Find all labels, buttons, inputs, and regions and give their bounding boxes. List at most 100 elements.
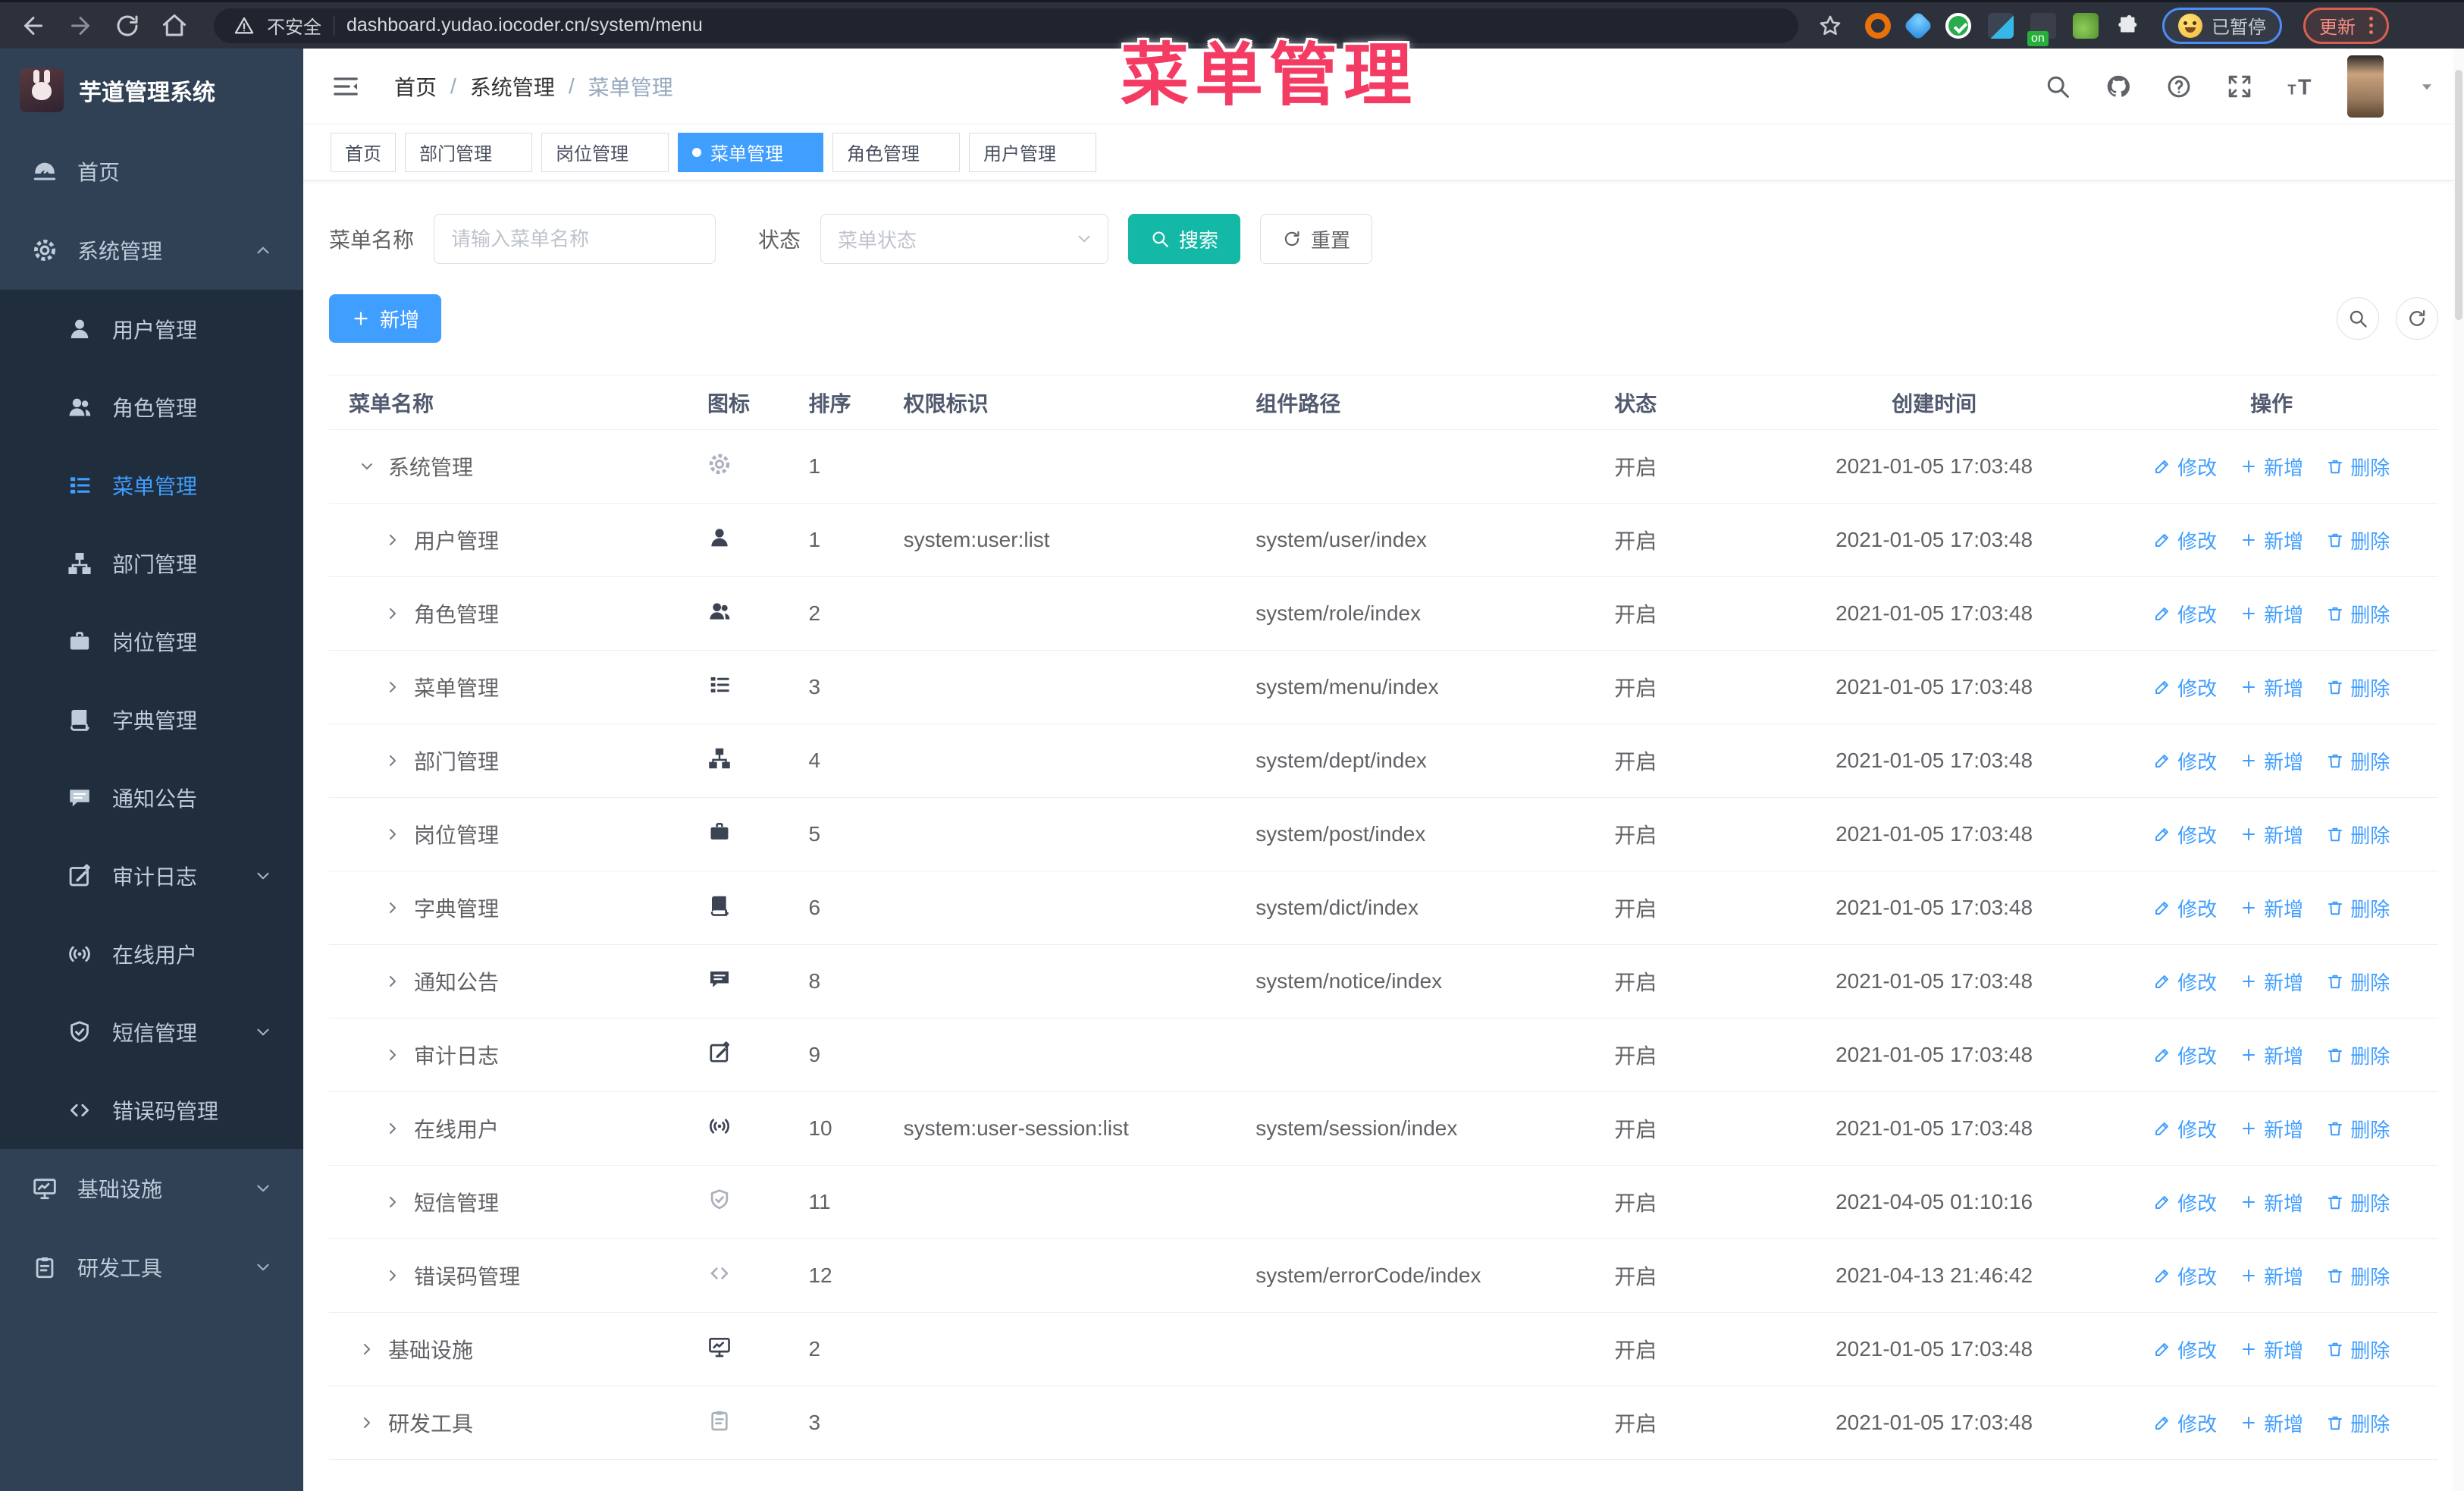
action-edit-link[interactable]: 修改 (2153, 1188, 2217, 1216)
sidebar-item-2[interactable]: 用户管理 (0, 290, 303, 368)
action-add-link[interactable]: 新增 (2240, 526, 2303, 554)
sidebar-item-8[interactable]: 通知公告 (0, 758, 303, 837)
chevron-right-icon[interactable] (384, 1267, 402, 1285)
action-delete-link[interactable]: 删除 (2326, 600, 2390, 628)
action-add-link[interactable]: 新增 (2240, 1115, 2303, 1143)
close-icon[interactable] (929, 144, 945, 161)
action-edit-link[interactable]: 修改 (2153, 894, 2217, 922)
close-icon[interactable] (792, 144, 809, 161)
action-add-link[interactable]: 新增 (2240, 673, 2303, 702)
action-edit-link[interactable]: 修改 (2153, 673, 2217, 702)
action-add-link[interactable]: 新增 (2240, 1188, 2303, 1216)
status-select[interactable]: 菜单状态 (820, 214, 1109, 264)
action-delete-link[interactable]: 删除 (2326, 453, 2390, 481)
browser-menu-icon[interactable] (2369, 17, 2373, 34)
action-edit-link[interactable]: 修改 (2153, 526, 2217, 554)
sidebar-item-0[interactable]: 首页 (0, 132, 303, 211)
user-avatar[interactable] (2347, 55, 2384, 118)
sidebar-item-9[interactable]: 审计日志 (0, 837, 303, 915)
action-add-link[interactable]: 新增 (2240, 1336, 2303, 1364)
chevron-right-icon[interactable] (384, 899, 402, 917)
scrollbar-thumb[interactable] (2455, 70, 2462, 320)
close-icon[interactable] (501, 144, 518, 161)
action-delete-link[interactable]: 删除 (2326, 894, 2390, 922)
sidebar-item-11[interactable]: 短信管理 (0, 993, 303, 1071)
close-icon[interactable] (638, 144, 654, 161)
fullscreen-icon[interactable] (2226, 73, 2253, 100)
extension-blue-gem-icon[interactable] (1903, 10, 1933, 41)
tab-tag[interactable]: 用户管理 (969, 132, 1096, 172)
sidebar-item-5[interactable]: 部门管理 (0, 524, 303, 602)
action-edit-link[interactable]: 修改 (2153, 821, 2217, 849)
extension-leaf-icon[interactable] (2073, 12, 2099, 39)
sidebar-item-7[interactable]: 字典管理 (0, 680, 303, 758)
chevron-right-icon[interactable] (358, 1340, 376, 1358)
back-icon[interactable] (20, 12, 47, 39)
chevron-right-icon[interactable] (384, 825, 402, 843)
sidebar-item-1[interactable]: 系统管理 (0, 211, 303, 290)
action-edit-link[interactable]: 修改 (2153, 1115, 2217, 1143)
chevron-right-icon[interactable] (384, 1046, 402, 1064)
question-icon[interactable] (2165, 73, 2193, 100)
puzzle-icon[interactable] (2115, 13, 2141, 39)
caret-down-icon[interactable] (2417, 77, 2437, 96)
action-edit-link[interactable]: 修改 (2153, 1262, 2217, 1290)
action-delete-link[interactable]: 删除 (2326, 1409, 2390, 1437)
action-add-link[interactable]: 新增 (2240, 894, 2303, 922)
action-edit-link[interactable]: 修改 (2153, 968, 2217, 996)
breadcrumb-home[interactable]: 首页 (394, 71, 437, 102)
tab-tag[interactable]: 菜单管理 (678, 132, 823, 172)
chevron-down-icon[interactable] (358, 457, 376, 476)
action-edit-link[interactable]: 修改 (2153, 747, 2217, 775)
action-delete-link[interactable]: 删除 (2326, 1115, 2390, 1143)
textsize-icon[interactable]: TT (2287, 73, 2314, 100)
sidebar-item-6[interactable]: 岗位管理 (0, 602, 303, 680)
action-add-link[interactable]: 新增 (2240, 1409, 2303, 1437)
extension-grid-icon[interactable] (1988, 12, 2014, 39)
breadcrumb-system[interactable]: 系统管理 (470, 71, 555, 102)
sidebar-item-14[interactable]: 研发工具 (0, 1228, 303, 1307)
action-add-link[interactable]: 新增 (2240, 1041, 2303, 1069)
hamburger-icon[interactable] (331, 71, 361, 102)
action-add-link[interactable]: 新增 (2240, 821, 2303, 849)
action-edit-link[interactable]: 修改 (2153, 1336, 2217, 1364)
action-delete-link[interactable]: 删除 (2326, 526, 2390, 554)
search-button[interactable]: 搜索 (1128, 214, 1241, 264)
address-bar[interactable]: 不安全 dashboard.yudao.iocoder.cn/system/me… (214, 8, 1798, 43)
browser-update-button[interactable]: 更新 (2303, 7, 2389, 44)
reset-button[interactable]: 重置 (1260, 214, 1373, 264)
action-edit-link[interactable]: 修改 (2153, 600, 2217, 628)
chevron-right-icon[interactable] (358, 1414, 376, 1432)
add-button[interactable]: 新增 (329, 294, 442, 343)
menu-name-input[interactable] (434, 214, 716, 264)
sidebar-item-4[interactable]: 菜单管理 (0, 446, 303, 524)
search-icon[interactable] (2044, 73, 2071, 100)
action-edit-link[interactable]: 修改 (2153, 1409, 2217, 1437)
action-delete-link[interactable]: 删除 (2326, 1041, 2390, 1069)
extension-orange-ring-icon[interactable] (1865, 12, 1891, 39)
action-edit-link[interactable]: 修改 (2153, 453, 2217, 481)
action-delete-link[interactable]: 删除 (2326, 968, 2390, 996)
home-icon[interactable] (161, 12, 188, 39)
tab-tag[interactable]: 岗位管理 (541, 132, 669, 172)
extension-green-check-icon[interactable] (1945, 12, 1971, 39)
forward-icon[interactable] (67, 12, 94, 39)
action-delete-link[interactable]: 删除 (2326, 673, 2390, 702)
chevron-right-icon[interactable] (384, 752, 402, 770)
action-delete-link[interactable]: 删除 (2326, 1336, 2390, 1364)
action-add-link[interactable]: 新增 (2240, 1262, 2303, 1290)
chevron-right-icon[interactable] (384, 972, 402, 990)
sidebar-item-12[interactable]: 错误码管理 (0, 1071, 303, 1149)
chevron-right-icon[interactable] (384, 531, 402, 549)
action-delete-link[interactable]: 删除 (2326, 747, 2390, 775)
refresh-table-button[interactable] (2396, 297, 2438, 340)
reload-icon[interactable] (114, 12, 141, 39)
action-add-link[interactable]: 新增 (2240, 453, 2303, 481)
action-delete-link[interactable]: 删除 (2326, 1262, 2390, 1290)
chevron-right-icon[interactable] (384, 1119, 402, 1138)
chevron-right-icon[interactable] (384, 604, 402, 623)
action-add-link[interactable]: 新增 (2240, 968, 2303, 996)
github-icon[interactable] (2105, 73, 2132, 100)
sidebar-item-3[interactable]: 角色管理 (0, 368, 303, 446)
sidebar-item-10[interactable]: 在线用户 (0, 915, 303, 993)
